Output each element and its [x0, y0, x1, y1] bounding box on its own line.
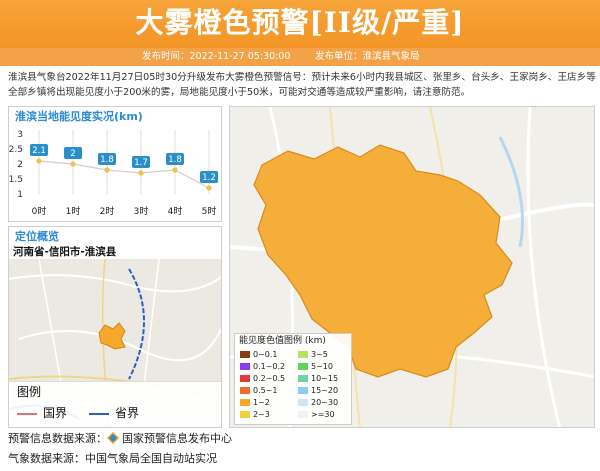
color-swatch-icon [298, 387, 308, 394]
data-label: 1.7 [134, 158, 148, 168]
color-swatch-icon [298, 351, 308, 358]
visibility-legend-item: 0.2~0.5 [240, 374, 285, 383]
visibility-legend-item: 15~20 [298, 386, 338, 395]
visibility-legend-item: 5~10 [298, 362, 333, 371]
visibility-legend-item: 10~15 [298, 374, 338, 383]
visibility-legend-item: 1~2 [240, 398, 270, 407]
data-label: 1.8 [168, 155, 182, 165]
color-swatch-icon [240, 375, 250, 382]
warning-center-link[interactable]: 国家预警信息发布中心 [122, 432, 232, 445]
y-tick-label: 2.5 [9, 145, 23, 155]
warning-center-logo-icon [107, 432, 119, 444]
x-tick-label: 1时 [66, 205, 81, 217]
y-tick-label: 3 [17, 130, 23, 140]
warning-description: 淮滨县气象台2022年11月27日05时30分升级发布大雾橙色预警信号：预计未来… [8, 72, 596, 98]
y-tick-label: 1.5 [9, 175, 23, 185]
visibility-legend-item: 2~3 [240, 410, 270, 419]
location-path: 河南省-信阳市-淮滨县 [13, 246, 117, 258]
visibility-legend-item: 0.1~0.2 [240, 362, 285, 371]
x-tick-label: 2时 [100, 205, 115, 217]
national-border-line-icon [17, 412, 37, 415]
visibility-legend-item: 3~5 [298, 350, 328, 359]
warning-title: 大雾橙色预警[II级/严重] [135, 6, 465, 39]
location-panel: 定位概览 河南省-信阳市-淮滨县 图例 国界 省界 [8, 226, 222, 428]
visibility-chart: 1 1.5 2 2.5 3 2.1 0时 2 1时 1.8 2时 1.7 3时 1.8 4时 1.2 5时 [9, 130, 218, 217]
visibility-point[interactable] [70, 161, 76, 167]
color-swatch-icon [240, 351, 250, 358]
x-tick-label: 4时 [168, 205, 183, 217]
data-label: 2.1 [32, 146, 46, 156]
x-tick-label: 5时 [202, 205, 217, 217]
province-border-line-icon [89, 412, 109, 415]
visibility-point[interactable] [104, 167, 110, 173]
visibility-point[interactable] [206, 185, 212, 191]
legend-title: 图例 [17, 385, 42, 399]
publisher: 发布单位：淮滨县气象局 [315, 51, 420, 62]
visibility-panel: 淮滨当地能见度实况(km) 1 1.5 2 2.5 3 2.1 0时 2 1时 1.8 2时 1.7 3… [8, 106, 222, 222]
visibility-legend-item: 0~0.1 [240, 350, 278, 359]
visibility-legend-item: 0.5~1 [240, 386, 278, 395]
data-label: 1.2 [202, 173, 216, 183]
location-panel-title: 定位概览 [15, 230, 59, 243]
visibility-legend-item: >=30 [298, 410, 335, 419]
x-tick-label: 3时 [134, 205, 149, 217]
color-swatch-icon [240, 363, 250, 370]
visibility-point[interactable] [138, 170, 144, 176]
data-label: 1.8 [100, 155, 114, 165]
legend-item-province-border: 省界 [89, 406, 139, 420]
y-tick-label: 2 [17, 160, 23, 170]
x-tick-label: 0时 [32, 205, 47, 217]
visibility-series-line [38, 160, 210, 189]
y-tick-label: 1 [17, 190, 23, 200]
color-swatch-icon [298, 363, 308, 370]
legend-item-national-border: 国界 [17, 406, 67, 420]
footer-source-warning: 预警信息数据来源： 国家预警信息发布中心 [8, 432, 232, 445]
county-visibility-map[interactable]: 能见度色值图例 (km) 0~0.1 3~5 0.1~0.2 5~10 0.2~0.5 1… [229, 106, 595, 428]
visibility-legend-item: 20~30 [298, 398, 338, 407]
publish-time: 发布时间：2022-11-27 05:30:00 [142, 51, 291, 62]
map-legend-box: 图例 国界 省界 [9, 381, 221, 427]
warning-meta-bar: 发布时间：2022-11-27 05:30:00 发布单位：淮滨县气象局 [0, 48, 600, 66]
color-swatch-icon [240, 387, 250, 394]
color-swatch-icon [240, 411, 250, 418]
color-swatch-icon [298, 411, 308, 418]
color-swatch-icon [298, 399, 308, 406]
color-swatch-icon [298, 375, 308, 382]
visibility-legend-title: 能见度色值图例 (km) [239, 336, 326, 346]
visibility-color-legend: 能见度色值图例 (km) 0~0.1 3~5 0.1~0.2 5~10 0.2~0.5 1… [234, 333, 352, 425]
data-label: 2 [70, 149, 75, 159]
warning-header: 大雾橙色预警[II级/严重] 发布时间：2022-11-27 05:30:00 … [0, 0, 600, 66]
footer-source-weather: 气象数据来源：中国气象局全国自动站实况 [8, 452, 217, 465]
visibility-point[interactable] [172, 167, 178, 173]
visibility-point[interactable] [36, 158, 42, 164]
color-swatch-icon [240, 399, 250, 406]
